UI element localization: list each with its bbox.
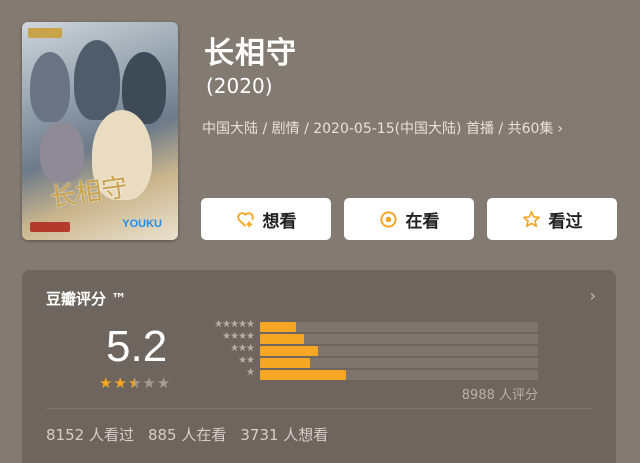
rating-star-icon: ★ [142, 374, 156, 392]
want-to-watch-button[interactable]: 想看 [201, 198, 331, 240]
distribution-bar [260, 358, 311, 368]
rating-star-icon: ★ [127, 374, 142, 392]
poster-channel-badge [28, 28, 62, 38]
distribution-stars: ★★★ [230, 343, 255, 354]
distribution-row: ★ [198, 367, 538, 380]
show-meta-text: 中国大陆 / 剧情 / 2020-05-15(中国大陆) 首播 / 共60集 [202, 121, 554, 137]
poster-image[interactable]: 长相守 YOUKU [22, 22, 178, 240]
distribution-bar [260, 346, 319, 356]
rating-star-icon: ★ [113, 374, 127, 392]
poster-calligraphy: 长相守 [48, 172, 130, 214]
watched-count: 8152 人看过 [46, 426, 134, 444]
divider [46, 408, 592, 409]
chevron-right-icon[interactable]: › [590, 286, 596, 305]
poster-figure [74, 40, 120, 120]
distribution-stars: ★ [246, 367, 255, 378]
poster-figure [30, 52, 70, 122]
distribution-bar [260, 334, 305, 344]
show-meta[interactable]: 中国大陆 / 剧情 / 2020-05-15(中国大陆) 首播 / 共60集 › [202, 118, 632, 140]
watching-button[interactable]: 在看 [344, 198, 474, 240]
distribution-bar [260, 322, 297, 332]
target-icon [379, 210, 397, 228]
star-outline-icon [522, 210, 540, 227]
show-title: 长相守 [204, 36, 297, 71]
rating-star-icon: ★ [156, 374, 171, 392]
watch-stats: 8152 人看过 885 人在看 3731 人想看 [46, 424, 328, 445]
poster-brand-logo: YOUKU [122, 218, 162, 230]
watching-count: 885 人在看 [147, 426, 227, 444]
want-to-watch-label: 想看 [262, 211, 297, 232]
distribution-bar [260, 370, 347, 380]
distribution-stars: ★★★★★ [214, 319, 255, 330]
rating-count: 8988 人评分 [461, 388, 538, 403]
want-count: 3731 人想看 [240, 426, 329, 444]
poster-date-tag [30, 222, 70, 232]
distribution-stars: ★★★★ [222, 331, 255, 342]
show-year: (2020) [206, 74, 273, 98]
watching-label: 在看 [405, 211, 440, 232]
douban-rating-label: 豆瓣评分 ™ [46, 290, 127, 308]
chevron-right-icon: › [557, 121, 564, 137]
distribution-stars: ★★ [238, 355, 255, 366]
distribution-track [260, 322, 538, 332]
watched-button[interactable]: 看过 [487, 198, 617, 240]
rating-score: 5.2 [106, 322, 168, 371]
rating-stars: ★ ★ ★ ★ ★ [99, 376, 170, 391]
watched-label: 看过 [548, 211, 583, 232]
heart-plus-icon [236, 211, 254, 227]
rating-star-icon: ★ [99, 374, 113, 392]
rating-card[interactable]: 豆瓣评分 ™ › 5.2 ★ ★ ★ ★ ★ ★★★★★ ★★★★ ★★★ ★★ ★ 8988 … [22, 270, 616, 463]
